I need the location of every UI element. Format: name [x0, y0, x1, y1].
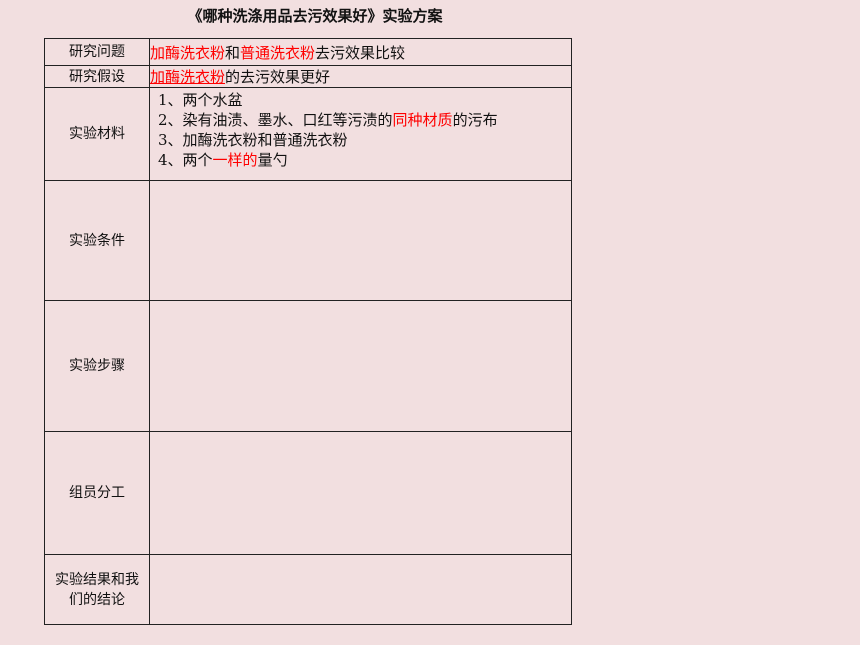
row-label-materials: 实验材料 [44, 87, 150, 181]
material-item: 3、加酶洗衣粉和普通洗衣粉 [150, 130, 571, 150]
row-label-question: 研究问题 [44, 38, 150, 66]
table-row-materials: 实验材料 1、两个水盆 2、染有油渍、墨水、口红等污渍的同种材质的污布 3、加酶… [44, 87, 572, 181]
row-label-conditions: 实验条件 [44, 180, 150, 301]
material-highlight: 同种材质 [392, 111, 453, 129]
question-cell: 加酶洗衣粉和普通洗衣粉去污效果比较 [149, 38, 572, 66]
row-label-steps: 实验步骤 [44, 300, 150, 432]
table-row-division: 组员分工 [44, 431, 572, 555]
material-text: 3、加酶洗衣粉和普通洗衣粉 [158, 131, 348, 149]
table-row-hypothesis: 研究假设 加酶洗衣粉的去污效果更好 [44, 65, 572, 88]
materials-cell: 1、两个水盆 2、染有油渍、墨水、口红等污渍的同种材质的污布 3、加酶洗衣粉和普… [149, 87, 572, 181]
material-text: 4、两个 [158, 151, 213, 169]
material-text: 量勺 [257, 151, 288, 169]
conditions-cell[interactable] [149, 180, 572, 301]
page-title: 《哪种洗涤用品去污效果好》实验方案 [187, 7, 443, 25]
hypothesis-cell: 加酶洗衣粉的去污效果更好 [149, 65, 572, 88]
experiment-plan-table: 研究问题 加酶洗衣粉和普通洗衣粉去污效果比较 研究假设 加酶洗衣粉的去污效果更好… [44, 38, 572, 625]
row-label-division: 组员分工 [44, 431, 150, 555]
division-cell[interactable] [149, 431, 572, 555]
table-row-question: 研究问题 加酶洗衣粉和普通洗衣粉去污效果比较 [44, 38, 572, 66]
material-item: 2、染有油渍、墨水、口红等污渍的同种材质的污布 [150, 110, 571, 130]
question-text-and: 和 [225, 43, 241, 62]
row-label-results: 实验结果和我们的结论 [44, 554, 150, 625]
material-highlight: 一样的 [212, 151, 258, 169]
steps-cell[interactable] [149, 300, 572, 432]
table-row-results: 实验结果和我们的结论 [44, 554, 572, 625]
table-row-conditions: 实验条件 [44, 180, 572, 301]
material-text: 2、染有油渍、墨水、口红等污渍的 [158, 111, 393, 129]
material-text: 的污布 [452, 111, 498, 129]
material-item: 4、两个一样的量勺 [150, 150, 571, 170]
hypothesis-text: 的去污效果更好 [225, 68, 331, 86]
question-highlight-enzyme: 加酶洗衣粉 [150, 43, 226, 62]
results-cell[interactable] [149, 554, 572, 625]
question-highlight-regular: 普通洗衣粉 [240, 43, 316, 62]
hypothesis-highlight: 加酶洗衣粉 [150, 68, 226, 86]
material-item: 1、两个水盆 [150, 90, 571, 110]
material-text: 1、两个水盆 [158, 91, 243, 109]
question-text-rest: 去污效果比较 [315, 43, 406, 62]
row-label-hypothesis: 研究假设 [44, 65, 150, 88]
table-row-steps: 实验步骤 [44, 300, 572, 432]
